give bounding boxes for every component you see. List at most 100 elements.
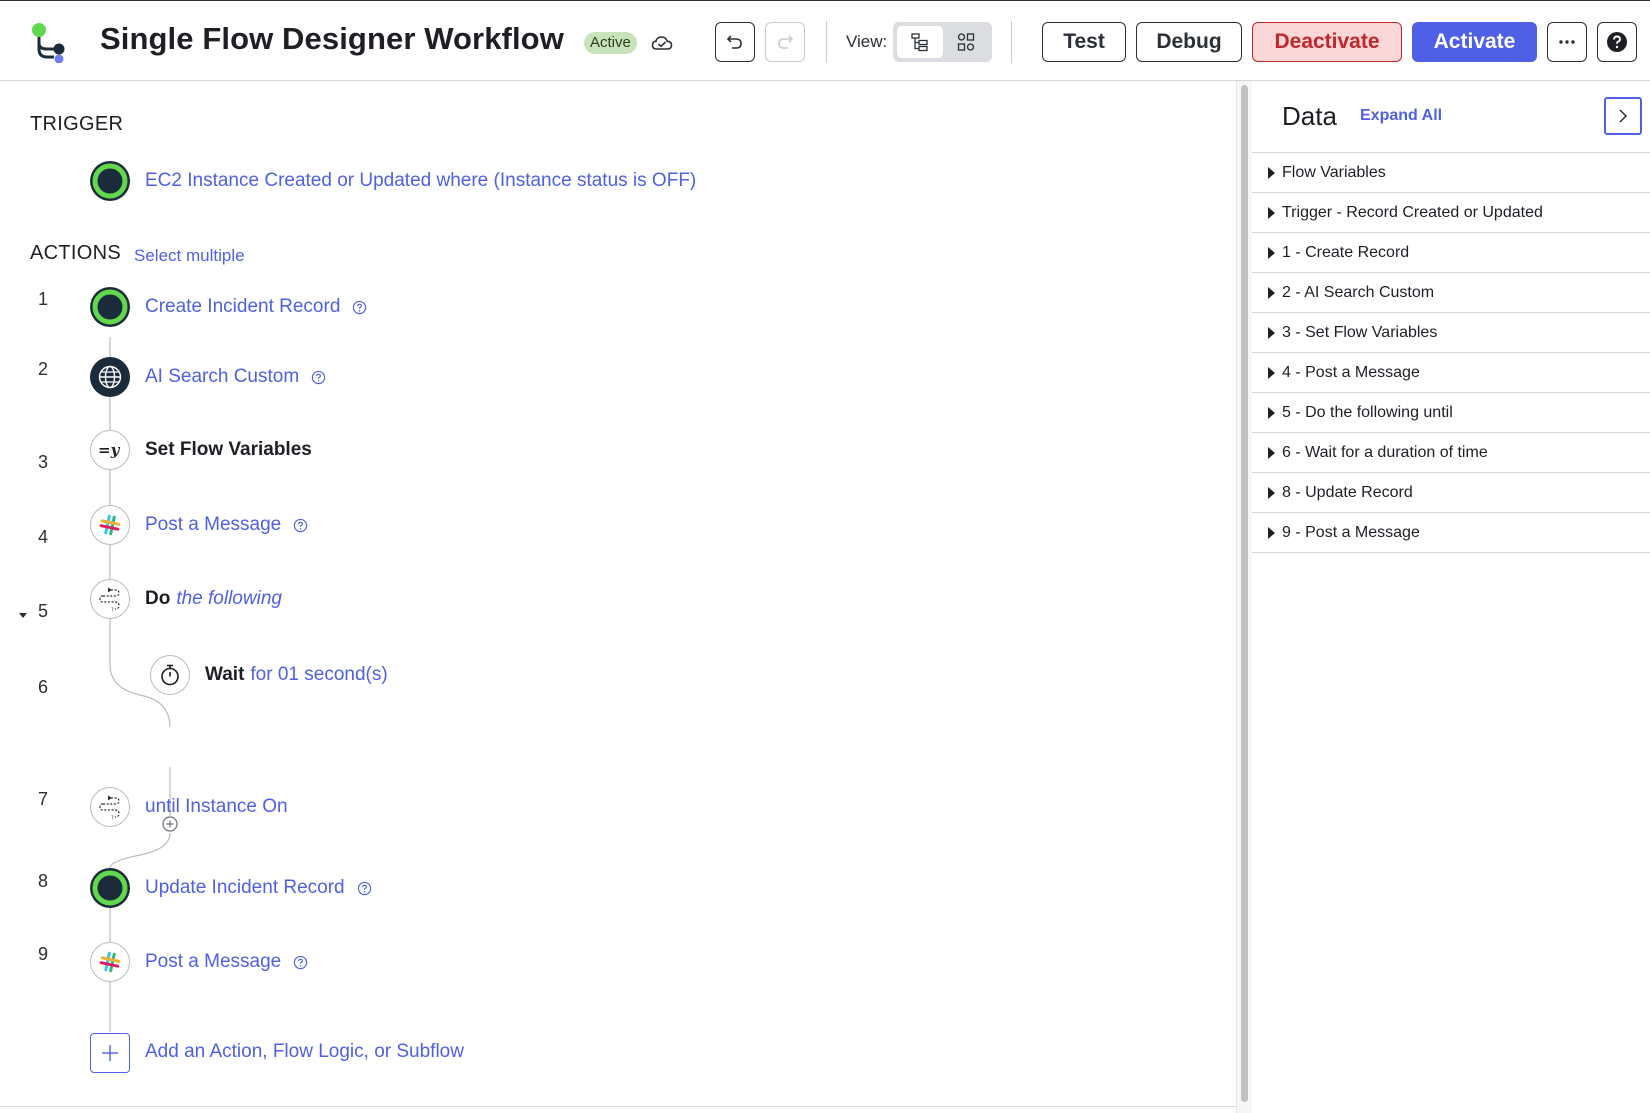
add-inner-step-icon[interactable] bbox=[162, 816, 178, 832]
redo-icon bbox=[778, 35, 794, 49]
tree-view-option[interactable] bbox=[897, 26, 943, 58]
step-node-4[interactable] bbox=[90, 505, 130, 545]
deactivate-button[interactable]: Deactivate bbox=[1252, 22, 1402, 62]
loop-icon: ? bbox=[99, 795, 120, 820]
undo-button[interactable] bbox=[715, 22, 755, 62]
more-horizontal-icon bbox=[1559, 40, 1575, 44]
step-label-6[interactable]: Wait for 01 second(s) bbox=[205, 664, 388, 686]
data-item-label: Trigger - Record Created or Updated bbox=[1282, 203, 1543, 221]
help-icon[interactable] bbox=[352, 300, 367, 315]
expand-all-link[interactable]: Expand All bbox=[1360, 107, 1442, 125]
cloud-check-icon[interactable] bbox=[650, 31, 674, 55]
step-node-6[interactable] bbox=[150, 655, 190, 695]
caret-right-icon bbox=[1268, 526, 1275, 539]
data-item-step-9[interactable]: 9 - Post a Message bbox=[1252, 513, 1650, 553]
timer-icon bbox=[161, 664, 179, 686]
trigger-label[interactable]: EC2 Instance Created or Updated where (I… bbox=[145, 170, 696, 192]
scrollbar-thumb[interactable] bbox=[1241, 85, 1248, 1102]
step-label-8[interactable]: Update Incident Record bbox=[145, 877, 372, 899]
step-number: 1 bbox=[37, 289, 48, 309]
loop-icon: ? bbox=[99, 587, 120, 613]
canvas-bottom-divider bbox=[0, 1106, 1236, 1107]
step-label-text: AI Search Custom bbox=[145, 366, 300, 387]
step-node-3[interactable]: =y bbox=[90, 430, 130, 470]
step-label-2[interactable]: AI Search Custom bbox=[145, 366, 326, 388]
step-node-1[interactable] bbox=[90, 287, 130, 327]
step-node-7[interactable]: ? bbox=[90, 787, 130, 827]
status-badge: Active bbox=[584, 32, 637, 54]
data-item-label: 4 - Post a Message bbox=[1282, 363, 1420, 381]
help-icon[interactable] bbox=[311, 370, 326, 385]
caret-right-icon bbox=[1268, 406, 1275, 419]
add-action-label[interactable]: Add an Action, Flow Logic, or Subflow bbox=[145, 1041, 464, 1063]
set-variable-icon: =y bbox=[98, 441, 121, 459]
data-item-step-8[interactable]: 8 - Update Record bbox=[1252, 473, 1650, 513]
select-multiple-link[interactable]: Select multiple bbox=[134, 246, 245, 266]
collapse-caret-icon[interactable] bbox=[18, 610, 28, 620]
step-label-5[interactable]: Do the following bbox=[145, 588, 282, 610]
caret-right-icon bbox=[1268, 246, 1275, 259]
step-number: 5 bbox=[37, 601, 48, 621]
step-node-8[interactable] bbox=[90, 868, 130, 908]
canvas-scrollbar[interactable] bbox=[1236, 81, 1252, 1113]
step-number: 6 bbox=[37, 677, 48, 697]
step-label-9[interactable]: Post a Message bbox=[145, 951, 308, 973]
help-icon[interactable] bbox=[293, 518, 308, 533]
data-item-trigger[interactable]: Trigger - Record Created or Updated bbox=[1252, 193, 1650, 233]
page-title: Single Flow Designer Workflow bbox=[100, 21, 564, 56]
debug-button[interactable]: Debug bbox=[1136, 22, 1242, 62]
help-circle-icon bbox=[1607, 32, 1627, 52]
step-label-text: Post a Message bbox=[145, 951, 282, 972]
step-label-1[interactable]: Create Incident Record bbox=[145, 296, 367, 318]
step-label-3[interactable]: Set Flow Variables bbox=[145, 439, 312, 461]
diagram-view-icon bbox=[957, 33, 975, 51]
app-header: Single Flow Designer Workflow Active Vie… bbox=[0, 0, 1650, 81]
step-label-4[interactable]: Post a Message bbox=[145, 514, 308, 536]
more-options-button[interactable] bbox=[1547, 22, 1587, 62]
svg-text:=y: =y bbox=[98, 441, 121, 459]
step-label-7[interactable]: until Instance On bbox=[145, 796, 288, 818]
data-item-step-5[interactable]: 5 - Do the following until bbox=[1252, 393, 1650, 433]
data-item-label: 5 - Do the following until bbox=[1282, 403, 1453, 421]
chevron-right-icon bbox=[1619, 109, 1628, 123]
help-button[interactable] bbox=[1597, 22, 1637, 62]
caret-right-icon bbox=[1268, 446, 1275, 459]
data-item-label: 3 - Set Flow Variables bbox=[1282, 323, 1438, 341]
flow-designer-logo-icon bbox=[32, 23, 65, 63]
data-item-step-6[interactable]: 6 - Wait for a duration of time bbox=[1252, 433, 1650, 473]
step-label-text: Post a Message bbox=[145, 514, 282, 535]
help-icon[interactable] bbox=[293, 955, 308, 970]
data-item-step-1[interactable]: 1 - Create Record bbox=[1252, 233, 1650, 273]
plus-icon bbox=[102, 1045, 118, 1061]
activate-button[interactable]: Activate bbox=[1412, 22, 1537, 62]
step-node-5[interactable]: ? bbox=[90, 579, 130, 619]
caret-right-icon bbox=[1268, 326, 1275, 339]
servicenow-record-icon bbox=[92, 870, 128, 906]
svg-text:?: ? bbox=[111, 608, 114, 613]
step-number: 4 bbox=[37, 527, 48, 547]
step-number: 3 bbox=[37, 452, 48, 472]
caret-right-icon bbox=[1268, 206, 1275, 219]
data-item-flow-variables[interactable]: Flow Variables bbox=[1252, 153, 1650, 193]
redo-button[interactable] bbox=[765, 22, 805, 62]
data-item-label: Flow Variables bbox=[1282, 163, 1386, 181]
step-node-9[interactable] bbox=[90, 942, 130, 982]
caret-right-icon bbox=[1268, 366, 1275, 379]
step-label-text: the following bbox=[176, 588, 282, 609]
step-label-keyword: Wait bbox=[205, 664, 245, 685]
data-item-step-2[interactable]: 2 - AI Search Custom bbox=[1252, 273, 1650, 313]
diagram-view-option[interactable] bbox=[943, 26, 989, 58]
step-number: 7 bbox=[37, 789, 48, 809]
help-icon[interactable] bbox=[357, 881, 372, 896]
step-node-2[interactable] bbox=[90, 357, 130, 397]
test-button[interactable]: Test bbox=[1042, 22, 1126, 62]
data-item-step-4[interactable]: 4 - Post a Message bbox=[1252, 353, 1650, 393]
add-action-button[interactable] bbox=[90, 1033, 130, 1073]
data-item-label: 9 - Post a Message bbox=[1282, 523, 1420, 541]
trigger-node[interactable] bbox=[90, 161, 130, 201]
collapse-panel-button[interactable] bbox=[1604, 97, 1642, 135]
step-label-text: Set Flow Variables bbox=[145, 439, 312, 460]
data-item-step-3[interactable]: 3 - Set Flow Variables bbox=[1252, 313, 1650, 353]
step-label-text: Update Incident Record bbox=[145, 877, 345, 898]
step-label-text: Create Incident Record bbox=[145, 296, 341, 317]
